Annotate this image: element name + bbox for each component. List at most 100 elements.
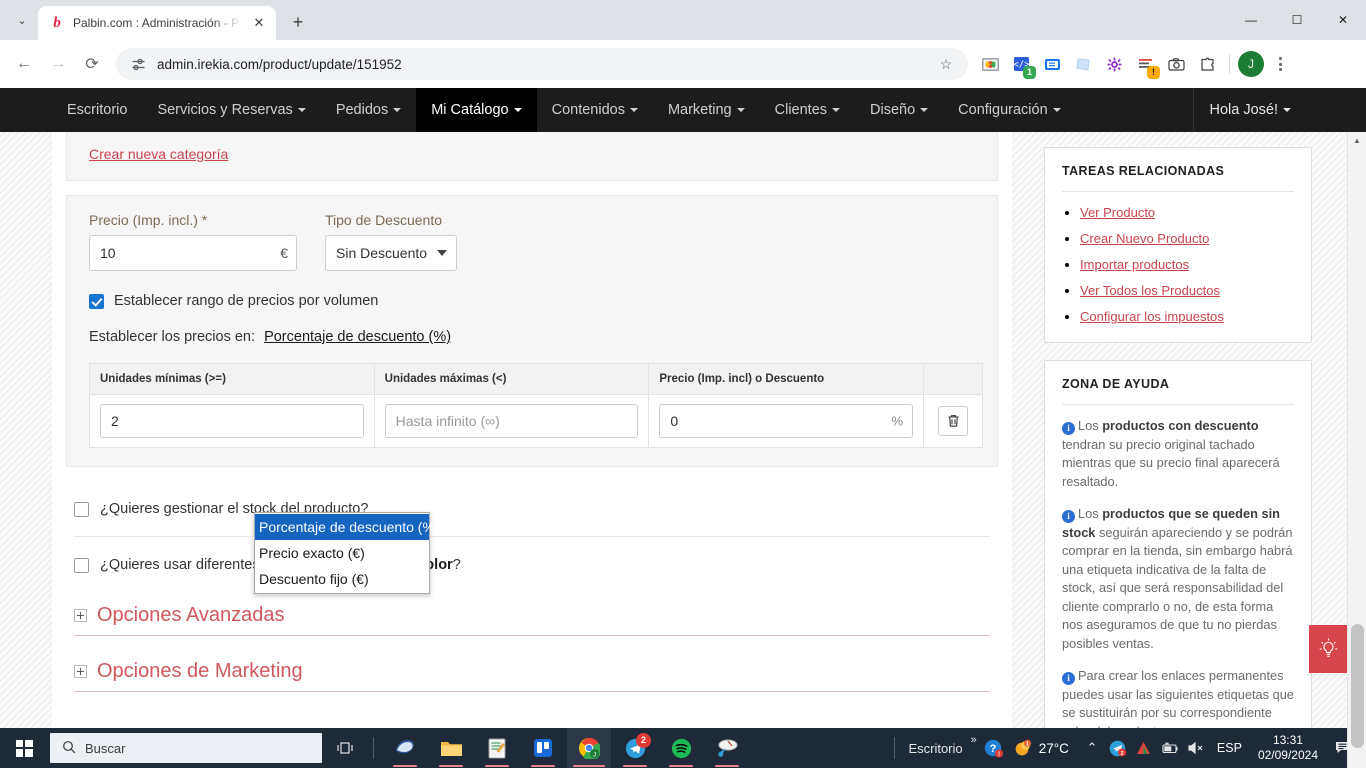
checkbox-icon[interactable] [74,501,89,517]
dropdown-option-precio-exacto[interactable]: Precio exacto (€) [255,540,429,566]
tab-search-icon[interactable]: ⌄ [8,6,36,34]
help-icon[interactable]: ?! [981,728,1007,768]
stock-question-row[interactable]: ¿Quieres gestionar el stock del producto… [74,481,990,536]
taskbar-app-excel[interactable] [475,728,519,768]
checkbox-checked-icon[interactable] [89,293,104,309]
gear-extension-icon[interactable] [1100,50,1128,78]
nav-item-clientes[interactable]: Clientes [760,88,855,132]
nav-item-marketing[interactable]: Marketing [653,88,760,132]
scroll-up-arrow-icon[interactable]: ▲ [1348,132,1366,149]
dropdown-option-descuento-fijo[interactable]: Descuento fijo (€) [255,566,429,592]
antivirus-tray-icon[interactable] [1133,728,1155,768]
expand-plus-icon[interactable] [74,609,87,622]
page-scrollbar[interactable]: ▲ ▼ [1347,132,1366,768]
taskbar-app-chrome[interactable]: J [567,728,611,768]
task-view-icon[interactable] [322,728,368,768]
help-zone-title: ZONA DE AYUDA [1062,377,1294,405]
discount-type-select[interactable]: Sin Descuento [325,235,457,271]
min-units-input[interactable] [100,404,364,438]
feedback-lightbulb-button[interactable] [1309,625,1347,673]
variants-question-row[interactable]: ¿Quieres usar diferentes variantes como … [74,536,990,592]
taskbar-app-paint[interactable] [705,728,749,768]
checkbox-icon[interactable] [74,557,89,573]
volume-muted-icon[interactable] [1185,728,1207,768]
close-icon[interactable]: ✕ [250,14,268,32]
accordion-opciones-de-marketing[interactable]: Opciones de Marketing [74,654,990,692]
start-button[interactable] [0,728,48,768]
new-tab-button[interactable]: + [284,8,312,36]
col-max-units: Unidades máximas (<) [373,363,650,395]
accordion-opciones-avanzadas[interactable]: Opciones Avanzadas [74,598,990,636]
nav-item-mi-catalogo[interactable]: Mi Catálogo [416,88,537,132]
chevron-down-icon [437,250,447,256]
code-extension-icon[interactable]: </> 1 [1007,50,1036,79]
show-hidden-icons[interactable]: ⌃ [1081,728,1103,768]
telegram-tray-icon[interactable]: 2 [1107,728,1129,768]
max-units-input[interactable] [384,404,639,438]
delete-row-button[interactable] [938,406,968,436]
nav-item-escritorio[interactable]: Escritorio [52,88,142,132]
expand-plus-icon[interactable] [74,665,87,678]
taskbar-app-mail[interactable] [383,728,427,768]
link-ver-producto[interactable]: Ver Producto [1080,205,1155,220]
taskbar-app-trello[interactable] [521,728,565,768]
volume-pricing-checkbox-row[interactable]: Establecer rango de precios por volumen [89,293,975,309]
user-menu[interactable]: Hola José! [1193,88,1366,132]
price-label: Precio (Imp. incl.) * [89,212,208,228]
back-icon[interactable]: ← [8,48,40,80]
price-mode-dropdown-menu[interactable]: Porcentaje de descuento (%) Precio exact… [254,512,440,594]
screenshot-extension-icon[interactable] [1162,50,1190,78]
address-bar[interactable]: admin.irekia.com/product/update/151952 ☆ [116,48,968,80]
desktop-label[interactable]: Escritorio [904,741,966,756]
scrollbar-thumb[interactable] [1351,624,1364,748]
battery-icon[interactable] [1159,728,1181,768]
price-or-discount-input[interactable] [659,404,913,438]
link-importar-productos[interactable]: Importar productos [1080,257,1189,272]
close-window-button[interactable]: ✕ [1320,0,1366,40]
related-tasks-list: Ver Producto Crear Nuevo Producto Import… [1062,204,1294,326]
price-mode-dropdown-trigger[interactable]: Porcentaje de descuento (%) [264,329,451,345]
user-menu-item[interactable]: Hola José! [1194,102,1306,118]
language-indicator[interactable]: ESP [1211,741,1248,755]
window-controls: — ☐ ✕ [1228,0,1366,40]
svg-text:2: 2 [1121,751,1124,757]
price-input[interactable] [89,235,297,271]
table-row: % [89,394,983,448]
nav-label: Servicios y Reservas [157,102,293,118]
variants-suffix: ? [452,557,461,573]
link-ver-todos-los-productos[interactable]: Ver Todos los Productos [1080,283,1220,298]
taskbar-app-telegram[interactable]: 2 [613,728,657,768]
browser-tab[interactable]: b Palbin.com : Administración - P ✕ [38,6,276,40]
taskbar-app-spotify[interactable] [659,728,703,768]
minimize-button[interactable]: — [1228,0,1274,40]
nav-item-servicios-y-reservas[interactable]: Servicios y Reservas [142,88,320,132]
bookmark-star-icon[interactable]: ☆ [934,52,958,76]
discount-type-group: Tipo de Descuento Sin Descuento [325,212,457,271]
taskbar-search-box[interactable]: Buscar [50,733,322,763]
overflow-icon[interactable]: » [971,734,977,746]
reload-icon[interactable]: ⟳ [76,48,108,80]
weather-widget[interactable]: 1 [1011,728,1035,768]
maximize-button[interactable]: ☐ [1274,0,1320,40]
note-extension-icon[interactable] [1069,50,1097,78]
dropdown-option-porcentaje[interactable]: Porcentaje de descuento (%) [255,514,440,540]
chevron-down-icon [513,108,522,112]
link-crear-nuevo-producto[interactable]: Crear Nuevo Producto [1080,231,1209,246]
nav-item-configuracion[interactable]: Configuración [943,88,1075,132]
bookmark-extension-icon[interactable] [1038,50,1066,78]
taskbar-app-file-explorer[interactable] [429,728,473,768]
nav-item-diseno[interactable]: Diseño [855,88,943,132]
profile-avatar[interactable]: J [1238,51,1264,77]
site-settings-icon[interactable] [130,56,147,73]
nav-item-pedidos[interactable]: Pedidos [321,88,416,132]
kebab-menu-icon[interactable] [1266,50,1294,78]
puzzle-extensions-icon[interactable] [1193,50,1221,78]
link-configurar-los-impuestos[interactable]: Configurar los impuestos [1080,309,1224,324]
list-extension-icon[interactable]: ! [1131,50,1160,79]
chrome-webstore-icon[interactable] [976,50,1004,78]
forward-icon[interactable]: → [42,48,74,80]
clock[interactable]: 13:31 02/09/2024 [1252,733,1324,763]
nav-item-contenidos[interactable]: Contenidos [537,88,653,132]
nav-label: Marketing [667,102,732,118]
create-category-link[interactable]: Crear nueva categoría [89,146,228,162]
